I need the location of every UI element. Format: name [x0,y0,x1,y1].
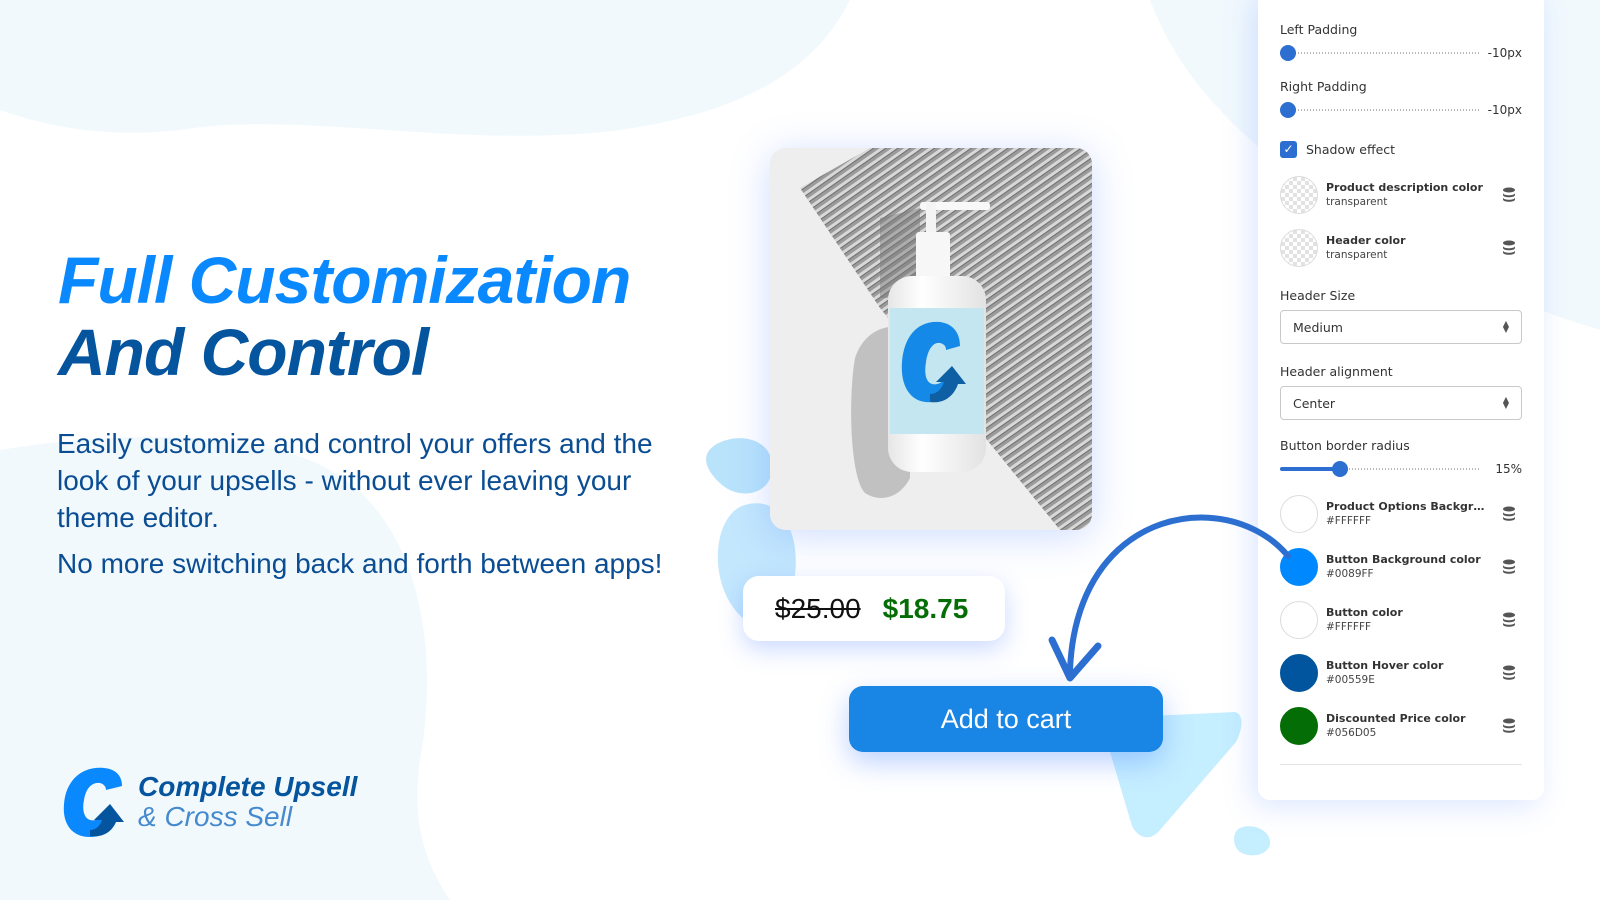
top-color-list: Product description color transparent He… [1280,168,1522,274]
color-setting-name: Header color [1326,234,1406,247]
color-setting-value: #FFFFFF [1326,621,1372,633]
color-setting-value: #0089FF [1326,568,1374,580]
database-icon[interactable] [1502,665,1516,681]
color-setting-value: #00559E [1326,674,1375,686]
top-left-blob [0,0,850,136]
shadow-effect-label: Shadow effect [1306,141,1396,157]
color-swatch[interactable] [1280,600,1318,639]
soap-bottle-illustration [770,148,1092,530]
header-size-select[interactable]: Medium ▲ ▼ [1280,310,1522,344]
database-icon[interactable] [1502,240,1516,256]
select-caret-icon: ▲ ▼ [1502,319,1509,334]
color-setting-name: Button Background color [1326,553,1481,566]
headline-line-2: And Control [58,315,429,389]
database-icon[interactable] [1502,718,1516,734]
slider-thumb[interactable] [1332,461,1348,477]
original-price: $25.00 [775,592,861,624]
color-setting-button[interactable]: Button color #FFFFFF [1280,593,1522,646]
slider-thumb[interactable] [1280,45,1296,61]
color-swatch[interactable] [1280,175,1318,214]
color-swatch[interactable] [1280,653,1318,692]
header-alignment-selected: Center [1293,395,1336,411]
color-setting-name: Product Options Background ... [1326,500,1490,513]
color-swatch[interactable] [1280,706,1318,745]
description-paragraph-2: No more switching back and forth between… [57,548,663,579]
select-caret-icon: ▲ ▼ [1502,395,1509,410]
c-arrow-logo-icon [63,767,124,838]
button-border-radius-slider[interactable] [1280,460,1480,478]
color-swatch[interactable] [1280,547,1318,586]
color-setting-name: Button color [1326,606,1403,619]
color-setting-name: Product description color [1326,181,1483,194]
brand-logo-lockup: Complete Upsell & Cross Sell [60,764,357,840]
brand-name: Complete Upsell [138,771,358,802]
color-swatch[interactable] [1280,228,1318,267]
header-size-label: Header Size [1280,288,1356,303]
settings-panel: Left Padding -10px Right Padding -10px ✓… [1258,0,1544,800]
left-padding-label: Left Padding [1280,22,1358,37]
bottom-color-list: Product Options Background ... #FFFFFF B… [1280,487,1522,752]
color-setting-value: #056D05 [1326,727,1377,739]
color-setting-name: Button Hover color [1326,659,1444,672]
button-border-radius-label: Button border radius [1280,438,1410,453]
header-alignment-label: Header alignment [1280,364,1393,379]
description: Easily customize and control your offers… [57,425,667,582]
right-padding-label: Right Padding [1280,79,1367,94]
color-setting-product-description[interactable]: Product description color transparent [1280,168,1522,221]
blob-tiny [1234,826,1271,856]
checkmark-icon[interactable]: ✓ [1280,140,1297,158]
color-setting-button-background[interactable]: Button Background color #0089FF [1280,540,1522,593]
color-setting-button-hover[interactable]: Button Hover color #00559E [1280,646,1522,699]
header-alignment-select[interactable]: Center ▲ ▼ [1280,386,1522,420]
color-setting-discounted-price[interactable]: Discounted Price color #056D05 [1280,699,1522,752]
database-icon[interactable] [1502,612,1516,628]
left-padding-slider[interactable] [1280,44,1480,62]
color-setting-value: transparent [1326,196,1388,208]
color-setting-value: transparent [1326,249,1388,261]
discounted-price: $18.75 [882,592,969,624]
color-setting-product-options-background[interactable]: Product Options Background ... #FFFFFF [1280,487,1522,540]
right-padding-value: -10px [1487,103,1522,117]
headline-line-1: Full Customization [58,243,631,317]
right-padding-slider[interactable] [1280,101,1480,119]
color-setting-header[interactable]: Header color transparent [1280,221,1522,274]
product-image [770,148,1092,530]
database-icon[interactable] [1502,559,1516,575]
header-size-selected: Medium [1293,319,1343,335]
brand-tagline: & Cross Sell [138,801,293,832]
headline: Full Customization And Control [58,243,631,389]
left-padding-value: -10px [1487,46,1522,60]
blob-small-left [706,438,773,494]
add-to-cart-button[interactable]: Add to cart [849,686,1163,752]
description-paragraph-1: Easily customize and control your offers… [57,428,653,533]
database-icon[interactable] [1502,187,1516,203]
slider-thumb[interactable] [1280,102,1296,118]
color-setting-value: #FFFFFF [1326,515,1372,527]
database-icon[interactable] [1502,506,1516,522]
shadow-effect-checkbox[interactable]: ✓ Shadow effect [1280,138,1522,160]
color-setting-name: Discounted Price color [1326,712,1466,725]
panel-divider [1280,764,1522,765]
color-swatch[interactable] [1280,494,1318,533]
button-border-radius-value: 15% [1495,462,1522,476]
price-display: $25.00 $18.75 [743,576,1005,641]
